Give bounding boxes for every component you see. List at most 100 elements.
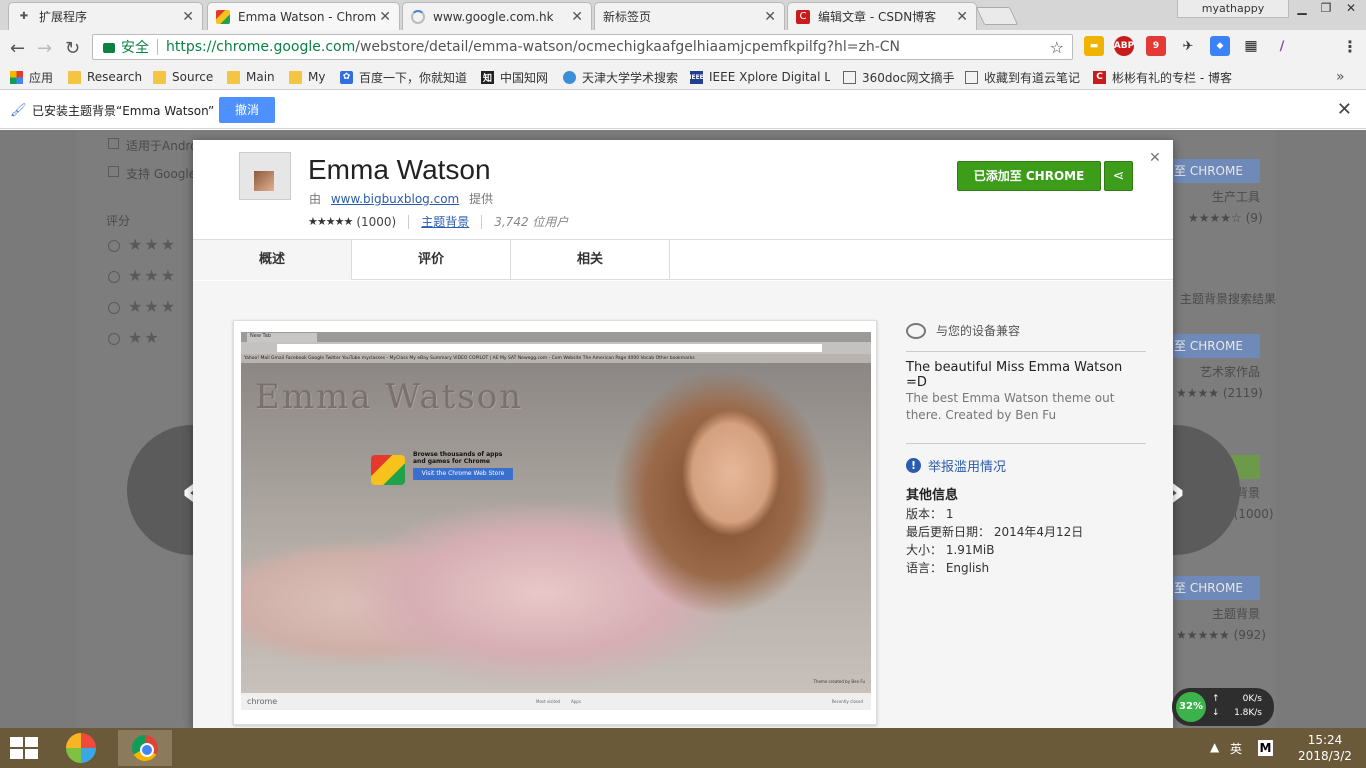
added-to-chrome-button[interactable]: 已添加至 CHROME xyxy=(957,161,1101,191)
qr-code-icon[interactable]: ▦ xyxy=(1241,36,1261,56)
share-button[interactable]: ⋖ xyxy=(1104,161,1133,191)
bookmarks-overflow-icon[interactable]: » xyxy=(1336,68,1345,86)
card-rating: ★★★★ (2119) xyxy=(1176,386,1263,400)
stars-icon: ★★ xyxy=(128,328,161,347)
system-clock[interactable]: 15:24 2018/3/2 xyxy=(1290,732,1360,764)
feedly-extension-icon[interactable]: ◆ xyxy=(1210,36,1230,56)
close-icon[interactable]: ✕ xyxy=(764,9,776,25)
download-speed: 1.8K/s xyxy=(1234,708,1262,718)
windows-start-icon[interactable] xyxy=(10,737,38,759)
tab-extensions[interactable]: ✚ 扩展程序 ✕ xyxy=(8,2,203,30)
close-icon[interactable]: ✕ xyxy=(379,9,391,25)
notes-extension-icon[interactable]: ▬ xyxy=(1084,36,1104,56)
stars-icon: ★★★ xyxy=(128,235,178,254)
radio-button[interactable] xyxy=(108,271,120,283)
bookmark-csdn-blog[interactable]: C 彬彬有礼的专栏 - 博客 xyxy=(1093,68,1233,86)
url-host: https://chrome.google.com xyxy=(166,39,356,55)
bookmark-label: Research xyxy=(87,70,142,84)
tab-csdn[interactable]: C 编辑文章 - CSDN博客 ✕ xyxy=(787,2,977,30)
ime-mode-icon[interactable]: M xyxy=(1258,740,1273,756)
radio-button[interactable] xyxy=(108,302,120,314)
item-description: The best Emma Watson theme out there. Cr… xyxy=(906,391,1115,422)
forward-icon[interactable]: → xyxy=(37,38,52,59)
profile-button[interactable]: myathappy xyxy=(1177,0,1289,18)
tab-related[interactable]: 相关 xyxy=(511,240,670,280)
rating-stars-icon: ★★★★★ xyxy=(308,215,353,228)
add-to-chrome-button[interactable]: 至 CHROME xyxy=(1172,334,1260,358)
checkbox[interactable] xyxy=(108,138,119,149)
tray-expand-icon[interactable]: ▲ xyxy=(1210,740,1219,754)
tab-newtab[interactable]: 新标签页 ✕ xyxy=(594,2,785,30)
screenshot-extension-icon[interactable]: 9 xyxy=(1146,36,1166,56)
taskbar-app-chrome[interactable] xyxy=(118,730,172,766)
category-link[interactable]: 主题背景 xyxy=(421,213,469,230)
taskbar: ▲ 英 M 15:24 2018/3/2 xyxy=(0,728,1366,768)
bookmark-cnki[interactable]: 知中国知网 xyxy=(481,68,548,86)
apps-label: Apps xyxy=(571,699,581,704)
extension-detail-dialog: Emma Watson 由 www.bigbuxblog.com 提供 ★★★★… xyxy=(193,140,1173,728)
tab-google[interactable]: www.google.com.hk ✕ xyxy=(402,2,592,30)
address-bar[interactable]: 安全 https://chrome.google.com/webstore/de… xyxy=(92,34,1073,60)
page-icon xyxy=(965,70,978,84)
clock-time: 15:24 xyxy=(1307,733,1343,747)
report-abuse-link[interactable]: ! 举报滥用情况 xyxy=(906,456,1006,475)
close-icon[interactable]: ✕ xyxy=(571,9,583,25)
divider xyxy=(157,39,158,55)
folder-icon xyxy=(227,70,240,84)
back-icon[interactable]: ← xyxy=(10,38,25,59)
close-icon[interactable]: ✕ xyxy=(182,9,194,25)
paintbrush-icon: 🖌 xyxy=(10,103,27,118)
radio-button[interactable] xyxy=(108,240,120,252)
adblock-icon[interactable]: ABP xyxy=(1114,36,1134,56)
menu-icon[interactable]: ⋮ xyxy=(1340,36,1360,56)
pen-extension-icon[interactable]: ∕ xyxy=(1272,36,1292,56)
tab-webstore[interactable]: Emma Watson - Chrom ✕ xyxy=(207,2,400,30)
radio-button[interactable] xyxy=(108,333,120,345)
close-icon[interactable]: ✕ xyxy=(1337,99,1352,120)
folder-icon xyxy=(153,70,166,84)
memory-percent: 32% xyxy=(1176,692,1206,722)
ime-indicator[interactable]: 英 xyxy=(1230,740,1242,757)
download-arrow-icon: ↓ xyxy=(1212,708,1220,718)
tab-reviews[interactable]: 评价 xyxy=(352,240,511,280)
dialog-tabs: 概述 评价 相关 xyxy=(193,240,1173,280)
close-icon[interactable]: ✕ xyxy=(956,9,968,25)
loading-icon xyxy=(411,9,425,24)
tab-overview[interactable]: 概述 xyxy=(193,240,352,280)
window-close-icon[interactable]: ✕ xyxy=(1340,0,1362,18)
webstore-promo: Browse thousands of apps and games for C… xyxy=(371,451,513,487)
card-category: 主题背景 xyxy=(1212,607,1261,621)
bookmark-my[interactable]: My xyxy=(289,68,325,86)
taskbar-app-pinwheel[interactable] xyxy=(54,730,108,766)
cnki-icon: 知 xyxy=(481,70,494,84)
bookmark-tju[interactable]: 天津大学学术搜索 xyxy=(563,68,678,86)
updated-info: 最后更新日期： 2014年4月12日 xyxy=(906,525,1084,539)
add-to-chrome-button[interactable]: 至 CHROME xyxy=(1172,576,1260,600)
screenshot-footer: chrome Most visited Apps Recently closed xyxy=(241,693,871,710)
add-to-chrome-button[interactable]: 至 CHROME xyxy=(1172,159,1260,183)
rocket-extension-icon[interactable]: ✈ xyxy=(1178,36,1198,56)
bookmark-360doc[interactable]: 360doc网文摘手 xyxy=(843,68,954,86)
checkbox[interactable] xyxy=(108,166,119,177)
bookmark-ieee[interactable]: IEEE IEEE Xplore Digital L xyxy=(690,68,830,86)
compatibility-text: 与您的设备兼容 xyxy=(936,324,1021,338)
author-link[interactable]: www.bigbuxblog.com xyxy=(331,192,459,206)
reload-icon[interactable]: ↻ xyxy=(65,38,80,59)
bookmark-star-icon[interactable]: ☆ xyxy=(1050,38,1064,57)
network-monitor-widget[interactable]: 32% ↑ ↓ 0K/s 1.8K/s xyxy=(1172,688,1274,726)
bookmark-research[interactable]: Research xyxy=(68,68,142,86)
restore-icon[interactable]: ❐ xyxy=(1315,0,1337,18)
undo-button[interactable]: 撤消 xyxy=(219,97,275,123)
bookmark-baidu[interactable]: ✿ 百度一下，你就知道 xyxy=(340,68,467,86)
filter-google-label: 支持 Google xyxy=(126,167,197,181)
stars-icon: ★★★★☆ xyxy=(1188,211,1242,225)
new-tab-button[interactable] xyxy=(975,7,1019,25)
bookmark-apps[interactable]: 应用 xyxy=(10,68,53,86)
minimize-icon[interactable]: ▁ xyxy=(1291,0,1313,18)
bookmark-main[interactable]: Main xyxy=(227,68,275,86)
bookmark-source[interactable]: Source xyxy=(153,68,213,86)
dialog-close-icon[interactable]: ✕ xyxy=(1149,150,1161,166)
rating-count[interactable]: (1000) xyxy=(356,215,396,229)
bookmark-youdao[interactable]: 收藏到有道云笔记 xyxy=(965,68,1080,86)
card-rating: ★★★★☆ (9) xyxy=(1188,211,1263,225)
